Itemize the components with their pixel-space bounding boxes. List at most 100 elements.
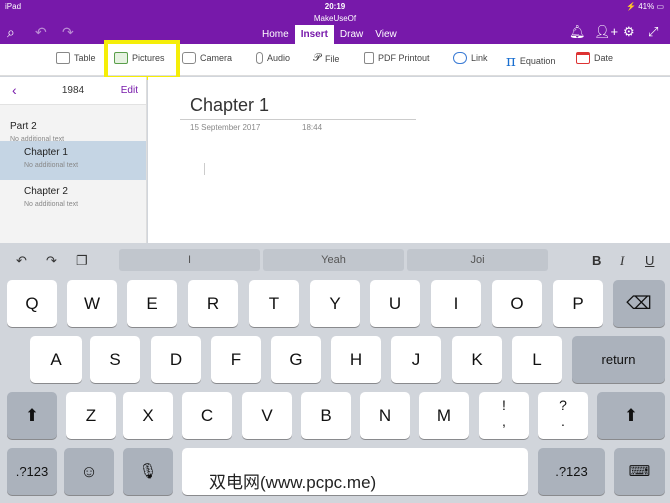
section-item[interactable]: Part 2 No additional text [0,105,146,143]
table-button[interactable]: Table [56,52,96,64]
backspace-icon: ⌫ [626,293,652,313]
gear-icon[interactable]: ⚙ [623,24,635,40]
tab-draw[interactable]: Draw [334,25,369,44]
link-button[interactable]: Link [453,52,488,64]
insert-ribbon: Table Pictures Camera Audio 𝒫 File PDF Pr… [0,44,670,76]
ribbon-tabs: Home Insert Draw View [256,25,403,44]
key-r[interactable]: R [188,280,238,327]
pdf-printout-label: PDF Printout [378,53,430,63]
shift-key-right[interactable]: ⬆ [597,392,665,439]
file-button[interactable]: 𝒫 File [313,52,339,65]
page-item-chapter-1[interactable]: Chapter 1 No additional text [0,141,146,180]
pdf-icon [364,52,374,64]
date-label: Date [594,53,614,63]
sidebar-header: ‹ 1984 Edit [0,77,146,105]
suggestion-2[interactable]: Yeah [263,249,404,271]
dictation-key[interactable]: 🎙︎ [123,448,173,495]
key-b[interactable]: B [301,392,351,439]
numbers-key-left[interactable]: .?123 [7,448,57,495]
camera-button[interactable]: Camera [182,52,232,64]
key-w[interactable]: W [67,280,117,327]
onscreen-keyboard: ↶ ↷ ❐ I Yeah Joi B I U Q W E R T Y U I O… [0,243,670,503]
key-u[interactable]: U [370,280,420,327]
emoji-key[interactable]: ☺ [64,448,114,495]
key-question-period[interactable]: ?. [538,392,588,439]
tab-view[interactable]: View [369,25,403,44]
emoji-icon: ☺ [80,462,98,481]
add-person-icon[interactable]: 👤︎+ [594,24,618,40]
paste-icon[interactable]: ❐ [76,253,88,269]
key-x[interactable]: X [123,392,173,439]
key-p[interactable]: P [553,280,603,327]
hide-keyboard-key[interactable]: ⌨ [614,448,665,495]
key-i[interactable]: I [431,280,481,327]
table-icon [56,52,70,64]
equation-button[interactable]: π Equation [506,52,555,70]
bold-button[interactable]: B [592,253,601,268]
keyboard-hide-icon: ⌨ [628,463,651,480]
key-c[interactable]: C [182,392,232,439]
table-label: Table [74,53,96,63]
key-d[interactable]: D [151,336,201,383]
key-a[interactable]: A [30,336,82,383]
title-bar: iPad 20:19 ⚡ 41% ▭ MakeUseOf ⌕ ↶ ↷ Home … [0,0,670,44]
italic-button[interactable]: I [620,253,624,269]
pdf-printout-button[interactable]: PDF Printout [364,52,430,64]
key-q[interactable]: Q [7,280,57,327]
expand-icon[interactable]: ⤢ [648,24,658,40]
keyboard-redo-icon[interactable]: ↷ [46,253,57,269]
numbers-key-right[interactable]: .?123 [538,448,605,495]
key-n[interactable]: N [360,392,410,439]
audio-button[interactable]: Audio [256,52,290,64]
page-subtitle: No additional text [24,162,79,169]
camera-label: Camera [200,53,233,63]
date-button[interactable]: Date [576,52,613,64]
battery-level: ⚡ 41% ▭ [626,2,664,11]
key-v[interactable]: V [242,392,292,439]
bell-icon[interactable]: 🔔︎ [569,24,586,40]
undo-icon[interactable]: ↶ [35,24,47,41]
tab-insert[interactable]: Insert [294,25,334,44]
key-s[interactable]: S [90,336,140,383]
edit-button[interactable]: Edit [121,85,138,96]
link-icon [453,52,467,64]
audio-label: Audio [267,53,291,63]
page-title: Chapter 2 [24,186,68,197]
battery-percent: 41% [638,2,655,11]
keyboard-undo-icon[interactable]: ↶ [16,253,27,269]
key-l[interactable]: L [512,336,562,383]
return-key[interactable]: return [572,336,665,383]
backspace-key[interactable]: ⌫ [613,280,665,327]
note-date: 15 September 2017 [190,123,261,132]
calendar-icon [576,52,590,64]
suggestion-3[interactable]: Joi [407,249,548,271]
note-page[interactable]: Chapter 1 15 September 2017 18:44 [148,77,670,247]
key-m[interactable]: M [419,392,469,439]
key-j[interactable]: J [391,336,441,383]
page-item-chapter-2[interactable]: Chapter 2 No additional text [0,180,146,219]
key-g[interactable]: G [271,336,321,383]
key-e[interactable]: E [127,280,177,327]
shift-key-left[interactable]: ⬆ [7,392,57,439]
key-y[interactable]: Y [310,280,360,327]
key-o[interactable]: O [492,280,542,327]
key-t[interactable]: T [249,280,299,327]
key-z[interactable]: Z [66,392,116,439]
underline-button[interactable]: U [645,253,654,268]
suggestion-1[interactable]: I [119,249,260,271]
key-f[interactable]: F [211,336,261,383]
tab-home[interactable]: Home [256,25,295,44]
microphone-icon [256,52,263,64]
shift-icon: ⬆ [24,406,40,425]
redo-icon[interactable]: ↷ [62,24,74,41]
key-k[interactable]: K [452,336,502,383]
key-exclaim-comma[interactable]: !, [479,392,529,439]
note-title[interactable]: Chapter 1 [190,95,269,116]
page-list-sidebar: ‹ 1984 Edit Part 2 No additional text Ch… [0,77,147,247]
camera-icon [182,52,196,64]
paperclip-icon: 𝒫 [313,52,321,64]
search-icon[interactable]: ⌕ [7,24,15,41]
shortcut-bar: ↶ ↷ ❐ I Yeah Joi B I U [0,243,670,277]
key-h[interactable]: H [331,336,381,383]
link-label: Link [471,53,488,63]
